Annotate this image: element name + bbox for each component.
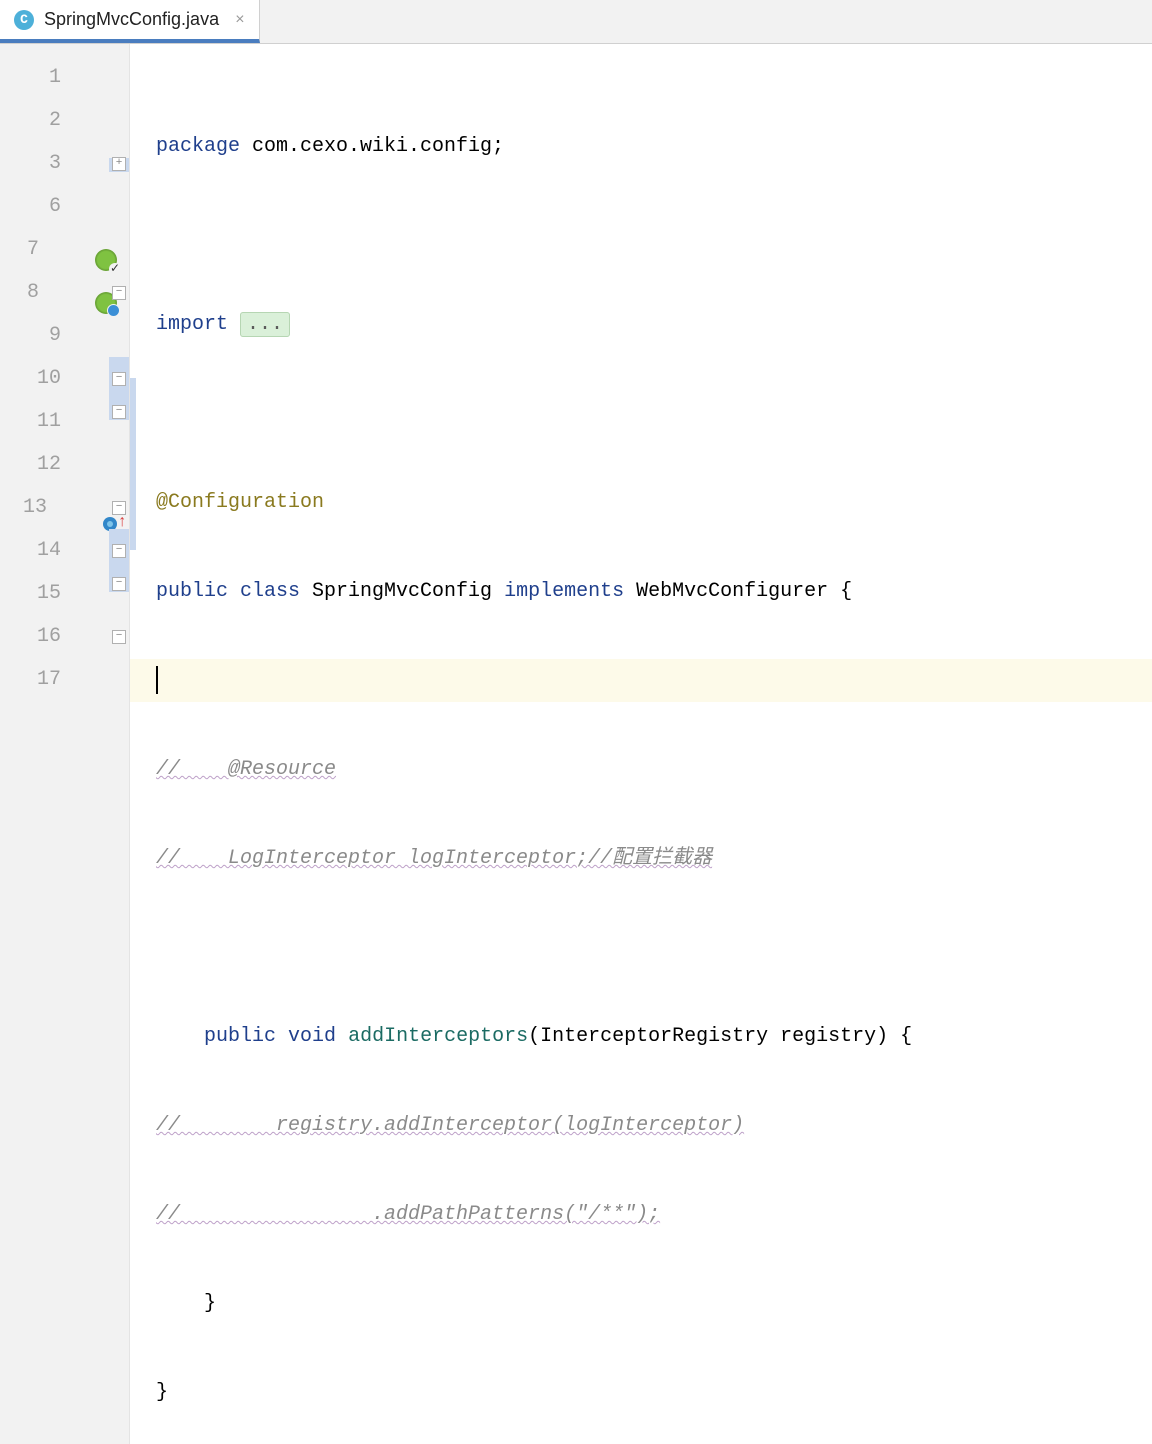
code-line[interactable]: // LogInterceptor logInterceptor;//配置拦截器 bbox=[130, 837, 1152, 880]
code-line[interactable]: package com.cexo.wiki.config; bbox=[130, 125, 1152, 168]
editor: 1 2 3 + 6 7 8 − 9 10 − 11 − 12 13 − 14 − bbox=[0, 44, 1152, 1444]
code-line[interactable]: public void addInterceptors(InterceptorR… bbox=[130, 1015, 1152, 1058]
fold-expand-icon[interactable]: + bbox=[112, 157, 126, 171]
tab-springmvcconfig[interactable]: C SpringMvcConfig.java × bbox=[0, 0, 260, 43]
folded-region[interactable]: ... bbox=[240, 312, 290, 337]
line-number[interactable]: 8 − bbox=[0, 271, 129, 314]
line-number[interactable]: 15 − bbox=[0, 572, 129, 615]
code-line[interactable]: // .addPathPatterns("/**"); bbox=[130, 1193, 1152, 1236]
text-caret bbox=[156, 666, 158, 694]
line-number[interactable]: 12 bbox=[0, 443, 129, 486]
line-number[interactable]: 7 bbox=[0, 228, 129, 271]
code-line[interactable]: } bbox=[130, 1282, 1152, 1325]
close-icon[interactable]: × bbox=[235, 11, 245, 29]
fold-end-icon[interactable]: − bbox=[112, 405, 126, 419]
code-line[interactable]: // @Resource bbox=[130, 748, 1152, 791]
fold-collapse-icon[interactable]: − bbox=[112, 286, 126, 300]
fold-collapse-icon[interactable]: − bbox=[112, 544, 126, 558]
line-number[interactable]: 16 − bbox=[0, 615, 129, 658]
line-number[interactable]: 11 − bbox=[0, 400, 129, 443]
fold-collapse-icon[interactable]: − bbox=[112, 372, 126, 386]
code-line[interactable] bbox=[130, 926, 1152, 969]
line-number[interactable]: 6 bbox=[0, 185, 129, 228]
line-number[interactable]: 1 bbox=[0, 56, 129, 99]
line-number[interactable]: 13 − bbox=[0, 486, 129, 529]
code-line[interactable]: public class SpringMvcConfig implements … bbox=[130, 570, 1152, 613]
line-number[interactable]: 9 bbox=[0, 314, 129, 357]
line-number[interactable]: 2 bbox=[0, 99, 129, 142]
fold-collapse-icon[interactable]: − bbox=[112, 501, 126, 515]
line-number[interactable]: 3 + bbox=[0, 142, 129, 185]
code-line-current[interactable] bbox=[130, 659, 1152, 702]
code-line[interactable] bbox=[130, 392, 1152, 435]
java-class-icon: C bbox=[14, 10, 34, 30]
fold-end-icon[interactable]: − bbox=[112, 630, 126, 644]
tab-label: SpringMvcConfig.java bbox=[44, 9, 219, 30]
line-number[interactable]: 10 − bbox=[0, 357, 129, 400]
tab-bar: C SpringMvcConfig.java × bbox=[0, 0, 1152, 44]
gutter: 1 2 3 + 6 7 8 − 9 10 − 11 − 12 13 − 14 − bbox=[0, 44, 130, 1444]
spring-bean-gutter-icon[interactable] bbox=[95, 249, 117, 271]
code-line[interactable]: // registry.addInterceptor(logIntercepto… bbox=[130, 1104, 1152, 1147]
code-line[interactable]: import ... bbox=[130, 303, 1152, 346]
line-number[interactable]: 17 bbox=[0, 658, 129, 701]
line-number[interactable]: 14 − bbox=[0, 529, 129, 572]
fold-end-icon[interactable]: − bbox=[112, 577, 126, 591]
code-area[interactable]: package com.cexo.wiki.config; import ...… bbox=[130, 44, 1152, 1444]
code-line[interactable]: @Configuration bbox=[130, 481, 1152, 524]
code-line[interactable]: } bbox=[130, 1371, 1152, 1414]
code-line[interactable] bbox=[130, 214, 1152, 257]
